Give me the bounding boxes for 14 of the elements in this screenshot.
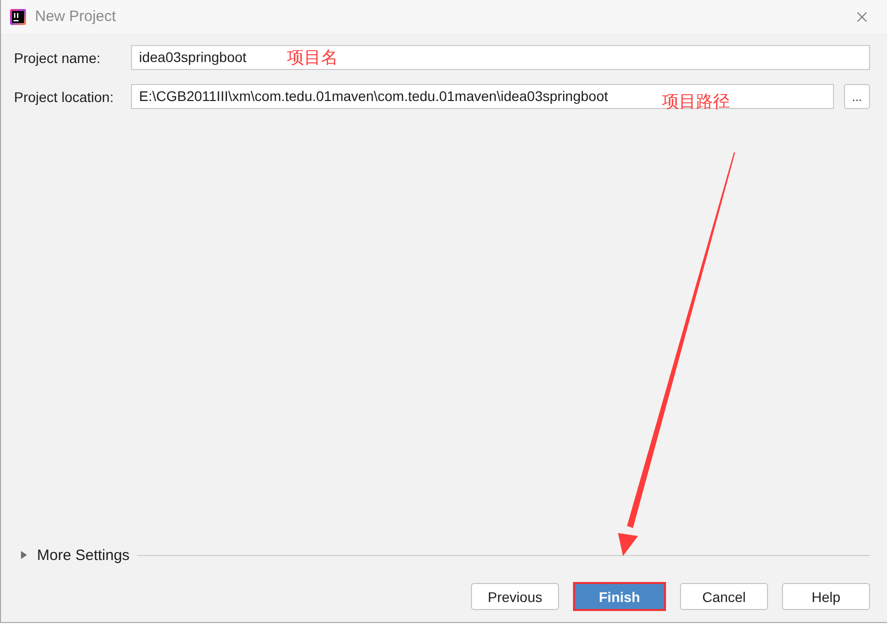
annotation-label: 项目名 [287, 48, 338, 68]
more-settings-toggle[interactable]: More Settings [37, 546, 130, 564]
field-label: Project location: [14, 88, 115, 104]
close-icon[interactable] [857, 12, 867, 22]
dialog-button[interactable]: Finish [573, 582, 666, 611]
annotation-label: 项目路径 [662, 92, 730, 112]
app-logo-icon [10, 8, 26, 24]
browse-button[interactable]: ... [844, 84, 870, 109]
field-label: Project name: [14, 50, 102, 66]
window-title: New Project [35, 8, 116, 25]
dialog-button[interactable]: Previous [471, 583, 559, 610]
dialog-button[interactable]: Cancel [680, 583, 768, 610]
dialog-button[interactable]: Help [782, 583, 870, 610]
expand-triangle-icon[interactable] [21, 551, 27, 559]
